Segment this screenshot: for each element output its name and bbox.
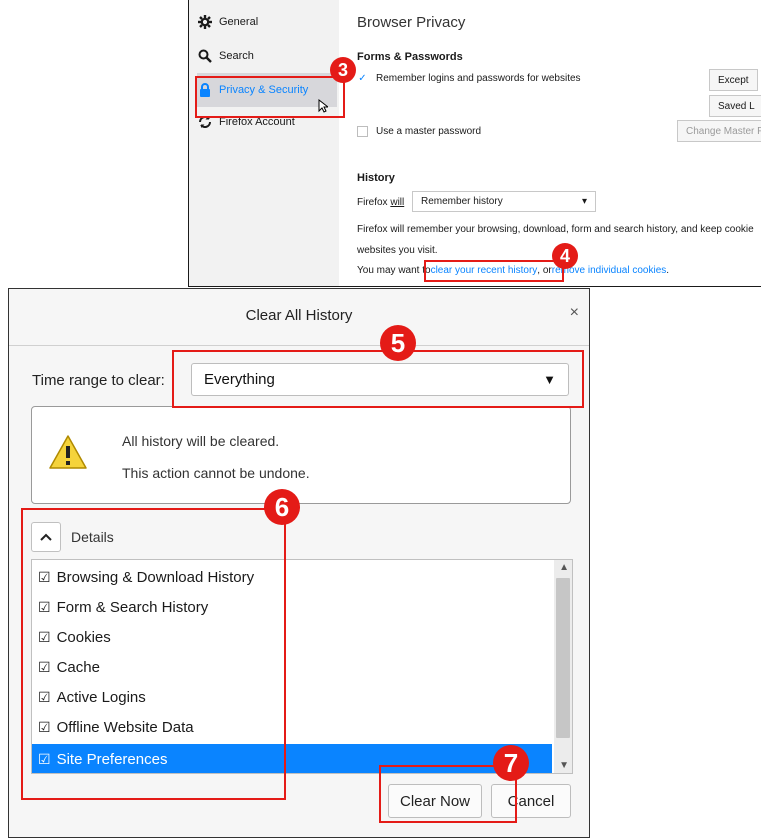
exceptions-button[interactable]: Except xyxy=(709,69,758,91)
master-password-label: Use a master password xyxy=(376,126,482,137)
master-password-checkbox[interactable] xyxy=(357,126,368,137)
firefox-will-label: Firefox will xyxy=(357,197,404,208)
sidebar-item-label: Search xyxy=(219,50,254,62)
callout-box-details xyxy=(21,508,286,800)
settings-panel: General Search Privacy & Security Firefo… xyxy=(188,0,761,287)
remember-logins-label: Remember logins and passwords for websit… xyxy=(376,73,581,84)
callout-box-clear-link xyxy=(424,260,564,282)
scrollbar-thumb[interactable] xyxy=(556,578,570,738)
history-heading: History xyxy=(357,172,395,184)
gear-icon xyxy=(197,15,213,29)
callout-4: 4 xyxy=(552,243,578,269)
dialog-header: Clear All History × xyxy=(9,289,589,346)
warning-icon xyxy=(48,434,88,475)
warning-line-1: All history will be cleared. xyxy=(122,433,280,449)
scroll-down-icon[interactable]: ▼ xyxy=(559,760,569,771)
dialog-title: Clear All History xyxy=(245,307,353,324)
forms-passwords-heading: Forms & Passwords xyxy=(357,51,463,63)
history-description-line2: websites you visit. xyxy=(357,245,438,256)
history-description-line1: Firefox will remember your browsing, dow… xyxy=(357,224,754,235)
callout-box-time-range xyxy=(172,350,584,408)
change-master-password-button[interactable]: Change Master Pa xyxy=(677,120,761,142)
firefox-will-prefix: Firefox xyxy=(357,197,388,208)
close-icon[interactable]: × xyxy=(570,304,579,322)
callout-7: 7 xyxy=(493,745,529,781)
callout-3: 3 xyxy=(330,57,356,83)
remember-logins-checkbox[interactable]: ✓ xyxy=(357,73,368,84)
warning-line-2: This action cannot be undone. xyxy=(122,465,310,481)
dropdown-arrow-icon: ▾ xyxy=(581,196,587,207)
settings-sidebar: General Search Privacy & Security Firefo… xyxy=(189,0,339,286)
saved-logins-button[interactable]: Saved L xyxy=(709,95,761,117)
list-scrollbar[interactable]: ▲ ▼ xyxy=(554,560,572,773)
time-range-label: Time range to clear: xyxy=(32,372,165,389)
page-title: Browser Privacy xyxy=(357,14,466,31)
master-password-row[interactable]: Use a master password xyxy=(357,126,481,137)
callout-6: 6 xyxy=(264,489,300,525)
sidebar-item-general[interactable]: General xyxy=(197,11,258,33)
warning-box: All history will be cleared. This action… xyxy=(31,406,571,504)
clear-hint-prefix: You may want to xyxy=(357,265,431,276)
scroll-up-icon[interactable]: ▲ xyxy=(559,562,569,573)
clear-hint-suffix: . xyxy=(666,265,670,276)
callout-box-privacy xyxy=(195,76,345,118)
callout-5: 5 xyxy=(380,325,416,361)
history-mode-value: Remember history xyxy=(421,196,503,207)
remember-logins-row[interactable]: ✓ Remember logins and passwords for webs… xyxy=(357,73,581,84)
firefox-will-word: will xyxy=(390,197,405,208)
sidebar-item-search[interactable]: Search xyxy=(197,45,254,67)
sidebar-item-label: General xyxy=(219,16,259,28)
search-icon xyxy=(197,49,213,63)
history-mode-select[interactable]: Remember history ▾ xyxy=(412,191,596,212)
